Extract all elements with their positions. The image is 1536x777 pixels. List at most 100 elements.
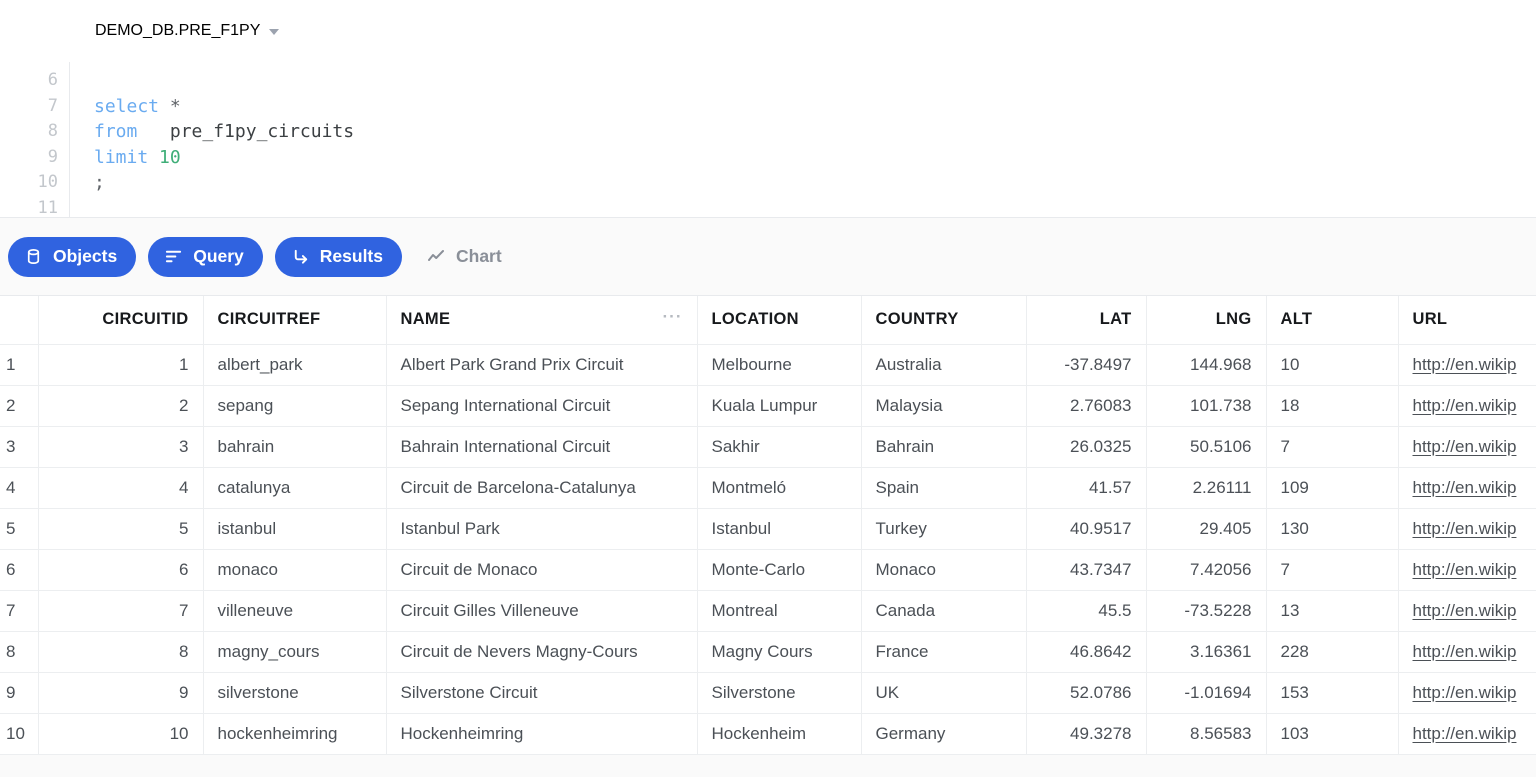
table-row[interactable]: 10 10 hockenheimring Hockenheimring Hockenhe…: [0, 713, 1536, 755]
table-row[interactable]: 3 3 bahrain Bahrain International Circuit Sa…: [0, 426, 1536, 468]
column-header-circuitid[interactable]: CIRCUITID: [38, 296, 204, 345]
cell-url-link[interactable]: http://en.wikip: [1413, 683, 1517, 702]
cell-lng: 2.26111: [1146, 467, 1267, 509]
column-header-alt[interactable]: ALT: [1266, 296, 1399, 345]
row-number-header: [0, 296, 39, 345]
cell-location: Kuala Lumpur: [697, 385, 862, 427]
cell-lng: 7.42056: [1146, 549, 1267, 591]
column-header-lng[interactable]: LNG: [1146, 296, 1267, 345]
cell-circuitid: 1: [38, 344, 204, 386]
cell-lng: -1.01694: [1146, 672, 1267, 714]
cell-url[interactable]: http://en.wikip: [1398, 426, 1536, 468]
cell-url-link[interactable]: http://en.wikip: [1413, 642, 1517, 661]
cell-alt: 18: [1266, 385, 1399, 427]
cell-location: Silverstone: [697, 672, 862, 714]
cell-circuitref: catalunya: [203, 467, 387, 509]
database-selector-label: DEMO_DB.PRE_F1PY: [95, 22, 261, 39]
tab-label: Results: [319, 246, 383, 266]
table-row[interactable]: 6 6 monaco Circuit de Monaco Monte-Carlo Mona…: [0, 549, 1536, 591]
ellipsis-icon[interactable]: ···: [663, 308, 683, 328]
editor-line-number: 7: [47, 95, 58, 116]
cell-url[interactable]: http://en.wikip: [1398, 344, 1536, 386]
cell-url-link[interactable]: http://en.wikip: [1413, 437, 1517, 456]
tab-label: Query: [193, 246, 244, 266]
cell-lat: 49.3278: [1026, 713, 1147, 755]
sql-token-ident: pre_f1py_circuits: [169, 121, 355, 143]
table-row[interactable]: 9 9 silverstone Silverstone Circuit Silverst…: [0, 672, 1536, 714]
cell-url-link[interactable]: http://en.wikip: [1413, 601, 1517, 620]
tab-chart[interactable]: Chart: [414, 237, 521, 277]
table-row[interactable]: 7 7 villeneuve Circuit Gilles Villeneuve Mon…: [0, 590, 1536, 632]
sql-token-kw: limit: [94, 146, 149, 168]
cell-location: Magny Cours: [697, 631, 862, 673]
sql-token-punct: *: [169, 95, 181, 117]
cell-country: Germany: [861, 713, 1027, 755]
cell-lat: 43.7347: [1026, 549, 1147, 591]
cell-url[interactable]: http://en.wikip: [1398, 631, 1536, 673]
cell-lat: 45.5: [1026, 590, 1147, 632]
tab-query[interactable]: Query: [148, 236, 263, 277]
sql-code-line: [94, 68, 1536, 94]
cell-name: Silverstone Circuit: [386, 672, 698, 714]
table-row[interactable]: 2 2 sepang Sepang International Circuit Kual…: [0, 385, 1536, 427]
editor-line-number: 6: [47, 70, 58, 90]
cell-name: Circuit de Nevers Magny-Cours: [386, 631, 698, 673]
cell-lng: 144.968: [1146, 344, 1267, 386]
cell-url[interactable]: http://en.wikip: [1398, 590, 1536, 632]
cell-name: Hockenheimring: [386, 713, 698, 755]
cell-circuitid: 10: [38, 713, 204, 755]
cell-alt: 7: [1266, 549, 1399, 591]
cell-url-link[interactable]: http://en.wikip: [1413, 724, 1517, 743]
row-number: 1: [0, 344, 39, 386]
column-header-lat[interactable]: LAT: [1026, 296, 1147, 345]
sql-code-line: ;: [94, 170, 1536, 196]
column-header-circuitref[interactable]: CIRCUITREF: [203, 296, 387, 345]
tab-objects[interactable]: Objects: [8, 236, 137, 277]
cell-alt: 10: [1266, 344, 1399, 386]
sql-code-area[interactable]: select * from pre_f1py_circuits limit 10;: [70, 62, 1536, 217]
cell-url-link[interactable]: http://en.wikip: [1413, 478, 1517, 497]
cell-url-link[interactable]: http://en.wikip: [1413, 355, 1517, 374]
cell-url[interactable]: http://en.wikip: [1398, 549, 1536, 591]
cell-circuitid: 8: [38, 631, 204, 673]
tab-results[interactable]: Results: [274, 236, 402, 277]
table-row[interactable]: 4 4 catalunya Circuit de Barcelona-Cataluny…: [0, 467, 1536, 509]
cell-url[interactable]: http://en.wikip: [1398, 467, 1536, 509]
row-number: 5: [0, 508, 39, 550]
column-header-country[interactable]: COUNTRY: [861, 296, 1027, 345]
cell-circuitref: silverstone: [203, 672, 387, 714]
cell-url-link[interactable]: http://en.wikip: [1413, 396, 1517, 415]
cell-url-link[interactable]: http://en.wikip: [1413, 519, 1517, 538]
cell-country: Bahrain: [861, 426, 1027, 468]
results-grid-container[interactable]: CIRCUITID CIRCUITREF NAME ··· LOCATION COUNTR…: [0, 296, 1536, 777]
cell-name: Bahrain International Circuit: [386, 426, 698, 468]
table-row[interactable]: 5 5 istanbul Istanbul Park Istanbul Turkey 40.…: [0, 508, 1536, 550]
cell-location: Melbourne: [697, 344, 862, 386]
column-header-location[interactable]: LOCATION: [697, 296, 862, 345]
cell-url[interactable]: http://en.wikip: [1398, 713, 1536, 755]
cell-name: Istanbul Park: [386, 508, 698, 550]
table-row[interactable]: 1 1 albert_park Albert Park Grand Prix Circ…: [0, 344, 1536, 386]
database-selector[interactable]: DEMO_DB.PRE_F1PY: [95, 22, 280, 40]
cell-alt: 130: [1266, 508, 1399, 550]
column-header-url[interactable]: URL: [1398, 296, 1536, 345]
table-row[interactable]: 8 8 magny_cours Circuit de Nevers Magny-Cou…: [0, 631, 1536, 673]
cell-lng: 101.738: [1146, 385, 1267, 427]
tab-label: Chart: [456, 246, 502, 266]
cell-location: Istanbul: [697, 508, 862, 550]
row-number: 7: [0, 590, 39, 632]
cell-circuitref: istanbul: [203, 508, 387, 550]
cell-lng: 3.16361: [1146, 631, 1267, 673]
cell-lat: 52.0786: [1026, 672, 1147, 714]
cell-circuitid: 5: [38, 508, 204, 550]
editor-line-number: 9: [47, 146, 58, 167]
column-header-name[interactable]: NAME ···: [386, 296, 698, 345]
row-number: 6: [0, 549, 39, 591]
cell-url[interactable]: http://en.wikip: [1398, 508, 1536, 550]
cell-location: Montreal: [697, 590, 862, 632]
results-table: CIRCUITID CIRCUITREF NAME ··· LOCATION COUNTR…: [0, 296, 1536, 755]
sql-editor[interactable]: 6 7 8 9 10 11 select * from pre_f1py_circuits l…: [0, 62, 1536, 217]
cell-url[interactable]: http://en.wikip: [1398, 672, 1536, 714]
cell-url[interactable]: http://en.wikip: [1398, 385, 1536, 427]
cell-url-link[interactable]: http://en.wikip: [1413, 560, 1517, 579]
